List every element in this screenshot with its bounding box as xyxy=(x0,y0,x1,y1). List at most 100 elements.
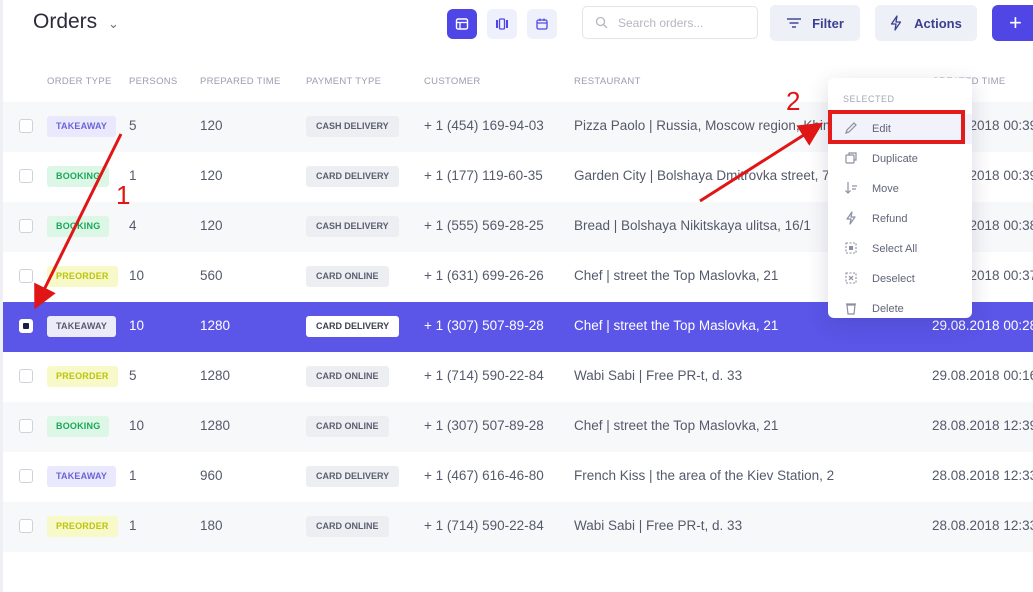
actions-label: Actions xyxy=(914,15,962,31)
prepared-time-cell: 960 xyxy=(200,468,223,483)
col-customer[interactable]: CUSTOMER xyxy=(424,76,481,87)
prepared-time-cell: 1280 xyxy=(200,418,231,433)
payment-type-badge: CARD DELIVERY xyxy=(306,316,400,337)
order-type-badge: BOOKING xyxy=(47,216,110,237)
page-title: Orders xyxy=(33,10,98,33)
search-box[interactable] xyxy=(582,6,758,39)
table-row[interactable]: PREORDER 1 180 CARD ONLINE + 1 (714) 590-22-… xyxy=(3,502,1033,552)
customer-cell: + 1 (714) 590-22-84 xyxy=(424,518,544,533)
menu-item-refund[interactable]: Refund xyxy=(828,204,972,234)
created-time-cell: 28.08.2018 12:33 xyxy=(932,468,1033,483)
order-type-badge: TAKEAWAY xyxy=(47,316,117,337)
trash-icon xyxy=(846,303,856,315)
menu-item-deselect[interactable]: Deselect xyxy=(828,264,972,294)
menu-header: SELECTED xyxy=(843,94,895,104)
created-time-cell: 29.08.2018 00:28 xyxy=(932,318,1033,333)
restaurant-cell: Chef | street the Top Maslovka, 21 xyxy=(574,318,779,333)
move-icon xyxy=(845,182,857,194)
filter-icon xyxy=(787,18,802,28)
menu-item-duplicate[interactable]: Duplicate xyxy=(828,144,972,174)
persons-cell: 5 xyxy=(129,118,137,133)
row-checkbox[interactable] xyxy=(19,119,33,133)
edit-highlight-box xyxy=(828,110,965,144)
customer-cell: + 1 (631) 699-26-26 xyxy=(424,268,544,283)
annotation-marker-2: 2 xyxy=(786,86,801,116)
order-type-badge: PREORDER xyxy=(47,366,118,387)
row-checkbox[interactable] xyxy=(19,169,33,183)
restaurant-cell: Wabi Sabi | Free PR-t, d. 33 xyxy=(574,368,743,383)
lightning-icon xyxy=(846,211,856,225)
menu-item-delete[interactable]: Delete xyxy=(828,294,972,318)
restaurant-cell: French Kiss | the area of the Kiev Stati… xyxy=(574,468,835,483)
created-time-cell: 28.08.2018 12:39 xyxy=(932,418,1033,433)
actions-button[interactable]: Actions xyxy=(875,5,977,41)
prepared-time-cell: 120 xyxy=(200,168,223,183)
kanban-view-button[interactable] xyxy=(487,9,517,39)
col-prepared-time[interactable]: PREPARED TIME xyxy=(200,76,281,87)
payment-type-badge: CARD ONLINE xyxy=(306,366,389,387)
search-input[interactable] xyxy=(616,14,750,31)
prepared-time-cell: 560 xyxy=(200,268,223,283)
payment-type-badge: CARD ONLINE xyxy=(306,516,389,537)
customer-cell: + 1 (177) 119-60-35 xyxy=(424,168,543,183)
persons-cell: 1 xyxy=(129,468,137,483)
table-icon xyxy=(455,18,469,30)
prepared-time-cell: 1280 xyxy=(200,368,231,383)
chevron-down-icon[interactable]: ⌄ xyxy=(108,16,119,32)
order-type-badge: PREORDER xyxy=(47,516,118,537)
payment-type-badge: CASH DELIVERY xyxy=(306,116,399,137)
menu-item-select-all[interactable]: Select All xyxy=(828,234,972,264)
row-checkbox[interactable] xyxy=(19,219,33,233)
order-type-badge: BOOKING xyxy=(47,416,110,437)
select-all-icon xyxy=(845,242,857,254)
customer-cell: + 1 (555) 569-28-25 xyxy=(424,218,544,233)
col-restaurant[interactable]: RESTAURANT xyxy=(574,76,641,87)
created-time-cell: 28.08.2018 12:33 xyxy=(932,518,1033,533)
row-checkbox[interactable] xyxy=(19,269,33,283)
table-view-button[interactable] xyxy=(447,9,477,39)
table-row[interactable]: BOOKING 10 1280 CARD ONLINE + 1 (307) 507-89… xyxy=(3,402,1033,452)
payment-type-badge: CARD ONLINE xyxy=(306,416,389,437)
persons-cell: 4 xyxy=(129,218,137,233)
add-order-button[interactable]: + xyxy=(992,5,1033,41)
row-checkbox[interactable] xyxy=(19,319,33,333)
copy-icon xyxy=(845,152,857,164)
order-type-badge: TAKEAWAY xyxy=(47,466,117,487)
table-row[interactable]: TAKEAWAY 1 960 CARD DELIVERY + 1 (467) 616-4… xyxy=(3,452,1033,502)
menu-label-select-all: Select All xyxy=(872,243,918,255)
col-persons[interactable]: PERSONS xyxy=(129,76,178,87)
prepared-time-cell: 120 xyxy=(200,218,223,233)
table-row[interactable]: PREORDER 5 1280 CARD ONLINE + 1 (714) 590-22… xyxy=(3,352,1033,402)
restaurant-cell: Chef | street the Top Maslovka, 21 xyxy=(574,418,779,433)
calendar-view-button[interactable] xyxy=(527,9,557,39)
persons-cell: 10 xyxy=(129,318,145,333)
row-checkbox[interactable] xyxy=(19,469,33,483)
col-order-type[interactable]: ORDER TYPE xyxy=(47,76,112,87)
prepared-time-cell: 180 xyxy=(200,518,223,533)
row-checkbox[interactable] xyxy=(19,419,33,433)
row-checkbox[interactable] xyxy=(19,519,33,533)
customer-cell: + 1 (454) 169-94-03 xyxy=(424,118,544,133)
restaurant-cell: Pizza Paolo | Russia, Moscow region, Khi… xyxy=(574,118,844,133)
deselect-icon xyxy=(845,272,857,284)
restaurant-cell: Garden City | Bolshaya Dmitrovka street,… xyxy=(574,168,841,183)
restaurant-cell: Chef | street the Top Maslovka, 21 xyxy=(574,268,779,283)
restaurant-cell: Wabi Sabi | Free PR-t, d. 33 xyxy=(574,518,743,533)
persons-cell: 5 xyxy=(129,368,137,383)
calendar-icon xyxy=(536,18,548,30)
row-checkbox[interactable] xyxy=(19,369,33,383)
search-icon xyxy=(595,16,608,29)
filter-label: Filter xyxy=(812,15,844,31)
menu-item-move[interactable]: Move xyxy=(828,174,972,204)
menu-label-duplicate: Duplicate xyxy=(872,153,918,165)
menu-label-refund: Refund xyxy=(872,213,908,225)
menu-label-move: Move xyxy=(872,183,899,195)
col-payment-type[interactable]: PAYMENT TYPE xyxy=(306,76,381,87)
created-time-cell: 29.08.2018 00:16 xyxy=(932,368,1033,383)
filter-button[interactable]: Filter xyxy=(770,5,860,41)
order-type-badge: PREORDER xyxy=(47,266,118,287)
columns-icon xyxy=(496,18,508,30)
prepared-time-cell: 1280 xyxy=(200,318,231,333)
payment-type-badge: CASH DELIVERY xyxy=(306,216,399,237)
annotation-marker-1: 1 xyxy=(116,180,131,210)
